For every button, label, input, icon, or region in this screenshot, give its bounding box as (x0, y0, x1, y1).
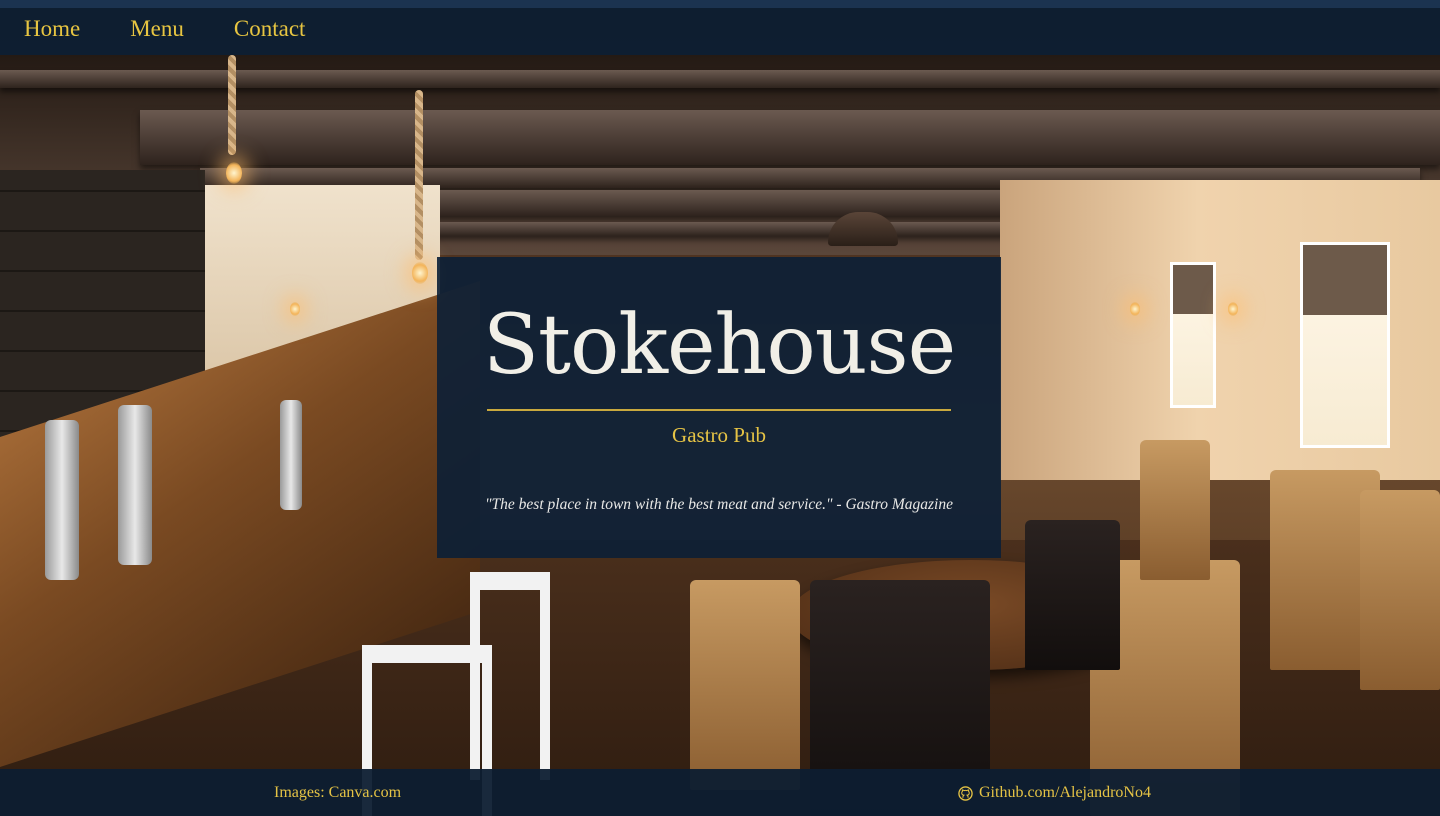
chair (1140, 440, 1210, 580)
hero-divider (487, 409, 951, 411)
light-bulb-icon (412, 262, 428, 284)
light-bulb-icon (1130, 302, 1140, 316)
nav-links: Home Menu Contact (0, 8, 1440, 55)
rope (228, 55, 236, 155)
ceiling-beam (140, 110, 1440, 165)
light-bulb-icon (290, 302, 300, 316)
beer-tap (45, 420, 79, 580)
light-bulb-icon (226, 162, 242, 184)
chair (1025, 520, 1120, 670)
chair (690, 580, 800, 790)
window (1300, 242, 1390, 448)
beer-tap (280, 400, 302, 510)
nav-link-menu[interactable]: Menu (130, 17, 184, 40)
images-credit: Images: Canva.com (274, 784, 402, 801)
hero-card: Stokehouse Gastro Pub "The best place in… (437, 257, 1001, 558)
hero-title: Stokehouse (482, 298, 956, 393)
beer-tap (118, 405, 152, 565)
footer: Images: Canva.com Github.com/AlejandroNo… (0, 769, 1440, 816)
ceiling-beam (0, 70, 1440, 88)
rope (415, 90, 423, 260)
github-icon (958, 785, 973, 801)
hero-quote: "The best place in town with the best me… (485, 496, 953, 513)
window (1170, 262, 1216, 408)
nav-link-home[interactable]: Home (24, 17, 80, 40)
hero-subtitle: Gastro Pub (672, 423, 766, 447)
github-link[interactable]: Github.com/AlejandroNo4 (958, 784, 1151, 802)
github-link-label: Github.com/AlejandroNo4 (979, 784, 1151, 801)
light-bulb-icon (1228, 302, 1238, 316)
top-navbar: Home Menu Contact (0, 0, 1440, 55)
chair (1360, 490, 1440, 690)
nav-link-contact[interactable]: Contact (234, 17, 306, 40)
